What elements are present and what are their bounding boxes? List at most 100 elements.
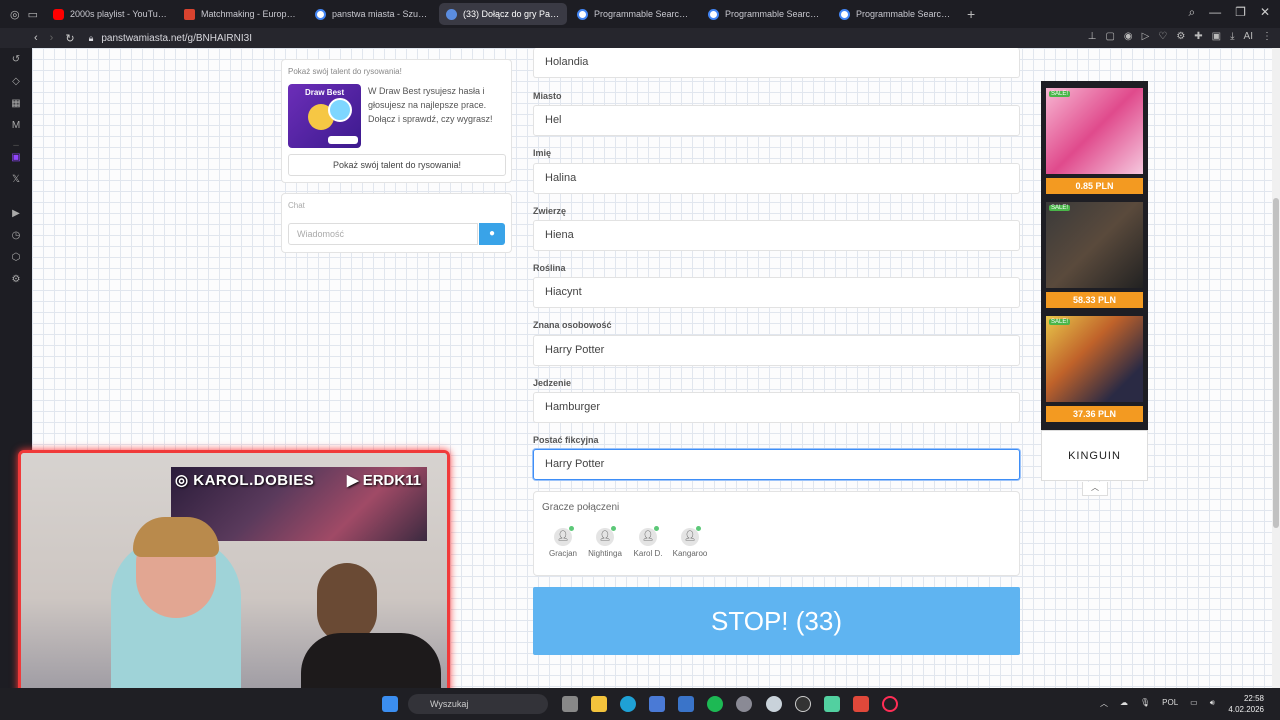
ad-price[interactable]: 58.33 PLN	[1046, 292, 1143, 308]
app-icon[interactable]	[824, 696, 840, 712]
plant-field[interactable]: Hiacynt	[533, 277, 1020, 308]
shield-icon[interactable]	[853, 696, 869, 712]
celebrity-field[interactable]: Harry Potter	[533, 335, 1020, 366]
google-favicon-icon	[708, 8, 720, 20]
fictional-character-field[interactable]: Harry Potter	[533, 449, 1020, 480]
wallet-icon[interactable]: ▣	[1212, 31, 1221, 42]
maximize-icon[interactable]: ❐	[1235, 5, 1246, 20]
forward-icon[interactable]: ›	[50, 32, 54, 45]
tab-2[interactable]: panstwa miasta - Szukaj w	[308, 3, 436, 25]
tab-1[interactable]: Matchmaking - Europe Sv	[177, 3, 305, 25]
food-field[interactable]: Hamburger	[533, 392, 1020, 423]
minimize-icon[interactable]: —	[1209, 5, 1221, 20]
draw-best-thumb-title: Draw Best	[305, 88, 345, 97]
online-dot	[611, 526, 616, 531]
edge-icon[interactable]	[620, 696, 636, 712]
windows-start-icon[interactable]	[382, 696, 398, 712]
settings-icon[interactable]: ⚙	[1176, 31, 1185, 42]
chevron-up-icon[interactable]: ︿	[1100, 698, 1108, 709]
store-icon[interactable]	[649, 696, 665, 712]
draw-best-thumbnail[interactable]: Draw Best	[288, 84, 361, 148]
send-icon[interactable]: ▷	[1142, 31, 1150, 42]
clock-icon[interactable]: ◷	[10, 230, 22, 242]
browser-menu-icon[interactable]: ◎	[10, 8, 20, 21]
country-field[interactable]: Holandia	[533, 48, 1020, 78]
twitch-icon[interactable]: ▣	[10, 152, 22, 164]
reload-icon[interactable]: ↻	[65, 32, 74, 45]
settings-icon[interactable]	[736, 696, 752, 712]
name-field[interactable]: Halina	[533, 163, 1020, 194]
ai-icon[interactable]: AI	[1244, 31, 1253, 42]
steam-icon[interactable]	[766, 696, 782, 712]
sale-tag: SALE!	[1049, 319, 1071, 325]
microphone-icon[interactable]: 🎙︎	[1140, 698, 1150, 709]
players-title: Gracze połączeni	[542, 502, 620, 513]
city-field[interactable]: Hel	[533, 105, 1020, 136]
ad-image-shooter[interactable]: SALE!	[1046, 202, 1143, 288]
volume-icon[interactable]: 🔊︎	[1210, 698, 1215, 709]
ad-price[interactable]: 0.85 PLN	[1046, 178, 1143, 194]
ad-column[interactable]: SALE! 0.85 PLN SALE! 58.33 PLN SALE! 37.…	[1041, 81, 1148, 481]
mail-icon[interactable]	[678, 696, 694, 712]
history-icon[interactable]: ↺	[10, 54, 22, 66]
x-twitter-icon[interactable]: 𝕏	[10, 174, 22, 186]
promo-button[interactable]: Pokaż swój talent do rysowania!	[288, 154, 506, 176]
ad-image-waifu[interactable]: SALE!	[1046, 88, 1143, 174]
more-menu-icon[interactable]: ⋮	[1262, 31, 1272, 42]
opera-gx-icon[interactable]	[882, 696, 898, 712]
ad-collapse-chevron-icon[interactable]: ︿	[1082, 482, 1108, 496]
gear-icon[interactable]: ⚙	[10, 274, 22, 286]
online-dot	[569, 526, 574, 531]
file-explorer-icon[interactable]	[591, 696, 607, 712]
player-item: 👤︎ Kangaroo	[670, 526, 710, 558]
ad-image-dragonball[interactable]: SALE!	[1046, 316, 1143, 402]
tab-0[interactable]: 2000s playlist - YouTube	[46, 3, 174, 25]
close-icon[interactable]: ✕	[1260, 5, 1270, 20]
display-icon[interactable]: ▭	[1190, 698, 1198, 709]
m-app-icon[interactable]: M	[10, 120, 22, 132]
nav-buttons: ‹ › ↻	[0, 32, 75, 45]
camera-icon[interactable]: ◉	[1124, 31, 1133, 42]
language-indicator[interactable]: POL	[1162, 698, 1178, 709]
tab-4[interactable]: Programmable Search Eng	[570, 3, 698, 25]
animal-field[interactable]: Hiena	[533, 220, 1020, 251]
task-view-icon[interactable]	[562, 696, 578, 712]
url-field[interactable]: 🔒︎ panstwamiasta.net/g/BNHAIRNI3I	[89, 33, 252, 44]
cube-icon[interactable]: ⬡	[10, 252, 22, 264]
stop-button[interactable]: STOP! (33)	[533, 587, 1020, 655]
scroll-thumb[interactable]	[1273, 198, 1279, 528]
tab-6[interactable]: Programmable Search Eng	[832, 3, 960, 25]
chat-message-input[interactable]: Wiadomość	[288, 223, 478, 245]
cloud-icon[interactable]: ☁	[1120, 698, 1128, 709]
user-avatar-icon: 👤︎	[681, 526, 701, 546]
tab-grid-icon[interactable]: ▭	[28, 8, 38, 21]
player-icon[interactable]: ▶	[10, 208, 22, 220]
browser-tab-bar: ◎ ▭ 2000s playlist - YouTube Matchmaking…	[0, 0, 1280, 28]
back-icon[interactable]: ‹	[34, 32, 38, 45]
extensions-icon[interactable]: ✚	[1194, 31, 1202, 42]
tab-5[interactable]: Programmable Search Eng	[701, 3, 829, 25]
speech-bubble-icon: ●	[488, 228, 496, 239]
download-icon[interactable]: ⤓	[1230, 31, 1234, 42]
user-avatar-icon: 👤︎	[596, 526, 616, 546]
snapshot-icon[interactable]: ▢	[1105, 31, 1114, 42]
field-label-city: Miasto	[533, 91, 562, 101]
spotify-icon[interactable]	[707, 696, 723, 712]
page-scrollbar[interactable]	[1272, 48, 1280, 688]
new-tab-plus-icon[interactable]: +	[967, 6, 975, 22]
pin-icon[interactable]: ⊥	[1088, 31, 1097, 42]
clock[interactable]: 22:58 4.02.2026	[1228, 693, 1264, 715]
obs-icon[interactable]	[795, 696, 811, 712]
kinguin-logo[interactable]: KINGUIN	[1041, 430, 1148, 481]
chat-send-button[interactable]: ●	[479, 223, 505, 245]
badge-icon	[328, 98, 352, 122]
player-name: Kangaroo	[672, 549, 708, 558]
ad-price[interactable]: 37.36 PLN	[1046, 406, 1143, 422]
tab-3-active[interactable]: (33) Dołącz do gry Państw	[439, 3, 568, 25]
search-tabs-icon[interactable]: ⌕	[1188, 5, 1195, 20]
window-controls: ⌕ — ❐ ✕	[1188, 5, 1270, 20]
heart-icon[interactable]: ♡	[1158, 31, 1167, 42]
bag-icon[interactable]: ◇	[10, 76, 22, 88]
game-icon[interactable]: ▦	[10, 98, 22, 110]
taskbar-search[interactable]: Wyszukaj	[408, 694, 548, 714]
